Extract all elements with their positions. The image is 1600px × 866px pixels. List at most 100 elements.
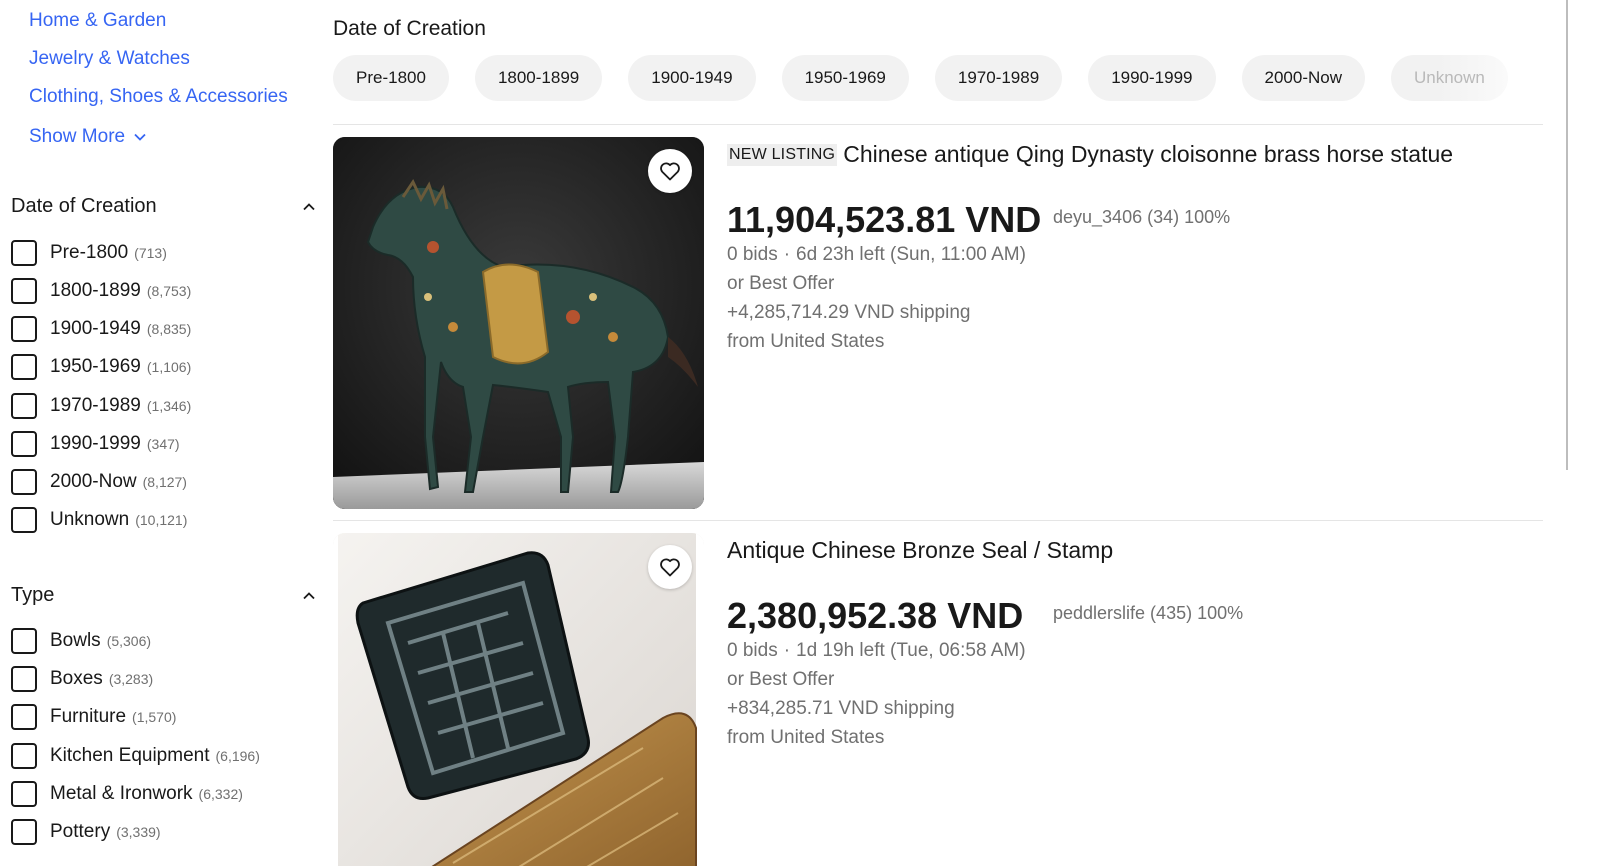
- date-of-creation-heading: Date of Creation: [333, 17, 486, 40]
- heart-icon: [660, 558, 680, 577]
- listing-card: NEW LISTING Chinese antique Qing Dynasty …: [333, 137, 1543, 509]
- listing-card: Antique Chinese Bronze Seal / Stamp 2,38…: [333, 533, 1543, 866]
- option-count: (8,127): [142, 474, 187, 490]
- listing-title: Antique Chinese Bronze Seal / Stamp: [727, 537, 1114, 563]
- checkbox[interactable]: [11, 704, 37, 730]
- filter-option-pre-1800[interactable]: Pre-1800 (713): [11, 240, 167, 266]
- filter-option-boxes[interactable]: Boxes (3,283): [11, 666, 153, 692]
- checkbox[interactable]: [11, 393, 37, 419]
- divider: [333, 124, 1543, 125]
- checkbox[interactable]: [11, 666, 37, 692]
- scrollbar[interactable]: [1566, 0, 1568, 470]
- option-label: 1800-1899: [50, 280, 141, 301]
- option-label: Unknown: [50, 509, 130, 530]
- date-of-creation-facet-header[interactable]: Date of Creation: [11, 195, 316, 218]
- listing-title-link[interactable]: Antique Chinese Bronze Seal / Stamp: [727, 537, 1113, 564]
- option-count: (3,339): [116, 824, 161, 840]
- option-count: (5,306): [106, 633, 152, 649]
- filter-option-bowls[interactable]: Bowls (5,306): [11, 628, 151, 654]
- option-label: Furniture: [50, 706, 127, 727]
- separator-dot: ·: [783, 244, 791, 265]
- time-left: 6d 23h left (Sun, 11:00 AM): [796, 244, 1026, 265]
- chip-pre-1800[interactable]: Pre-1800: [333, 55, 449, 101]
- filter-option-1800-1899[interactable]: 1800-1899 (8,753): [11, 278, 191, 304]
- seller-info[interactable]: deyu_3406 (34) 100%: [1053, 207, 1230, 228]
- filter-option-metal-ironwork[interactable]: Metal & Ironwork (6,332): [11, 781, 243, 807]
- bid-count: 0 bids: [727, 640, 778, 661]
- filter-option-pottery[interactable]: Pottery (3,339): [11, 819, 161, 845]
- option-count: (10,121): [135, 512, 188, 528]
- option-label: 1900-1949: [50, 318, 141, 339]
- chip-1990-1999[interactable]: 1990-1999: [1088, 55, 1216, 101]
- option-label: Pottery: [50, 821, 111, 842]
- filter-option-1950-1969[interactable]: 1950-1969 (1,106): [11, 354, 191, 380]
- bid-count: 0 bids: [727, 244, 778, 265]
- facet-title: Date of Creation: [11, 195, 157, 217]
- show-more-button[interactable]: Show More: [29, 126, 147, 148]
- checkbox[interactable]: [11, 278, 37, 304]
- filter-option-2000-now[interactable]: 2000-Now (8,127): [11, 469, 187, 495]
- checkbox[interactable]: [11, 743, 37, 769]
- listing-price: 11,904,523.81 VND: [727, 199, 1042, 240]
- show-more-label: Show More: [29, 126, 126, 147]
- chip-1900-1949[interactable]: 1900-1949: [628, 55, 756, 101]
- shipping-cost: +4,285,714.29 VND shipping: [727, 302, 971, 323]
- filter-option-unknown[interactable]: Unknown (10,121): [11, 507, 187, 533]
- listing-image[interactable]: [333, 533, 704, 866]
- item-location: from United States: [727, 727, 885, 748]
- option-count: (8,835): [146, 321, 192, 337]
- checkbox[interactable]: [11, 628, 37, 654]
- checkbox[interactable]: [11, 469, 37, 495]
- heart-icon: [660, 162, 680, 181]
- facet-title: Type: [11, 584, 55, 606]
- chip-1950-1969[interactable]: 1950-1969: [781, 55, 909, 101]
- category-link-clothing[interactable]: Clothing, Shoes & Accessories: [29, 86, 288, 108]
- best-offer: or Best Offer: [727, 669, 835, 690]
- option-label: 1950-1969: [50, 356, 141, 377]
- checkbox[interactable]: [11, 507, 37, 533]
- chip-1800-1899[interactable]: 1800-1899: [474, 55, 603, 101]
- option-count: (6,332): [198, 786, 243, 802]
- results-area: Date of Creation Pre-1800 1800-1899 1900…: [333, 0, 1568, 866]
- horse-statue-image: [333, 137, 704, 509]
- checkbox[interactable]: [11, 354, 37, 380]
- option-count: (8,753): [146, 283, 192, 299]
- option-count: (1,346): [146, 398, 192, 414]
- checkbox[interactable]: [11, 781, 37, 807]
- category-link-jewelry-watches[interactable]: Jewelry & Watches: [29, 48, 190, 70]
- checkbox[interactable]: [11, 431, 37, 457]
- bronze-seal-image: [333, 533, 704, 866]
- option-count: (3,283): [108, 671, 154, 687]
- divider: [333, 520, 1543, 521]
- chip-1970-1989[interactable]: 1970-1989: [934, 55, 1063, 101]
- watch-heart-button[interactable]: [648, 149, 692, 193]
- listing-title: Chinese antique Qing Dynasty cloisonne b…: [843, 141, 1454, 167]
- category-link-home-garden[interactable]: Home & Garden: [29, 10, 166, 32]
- option-count: (6,196): [215, 748, 260, 764]
- watch-heart-button[interactable]: [648, 545, 692, 589]
- seller-info[interactable]: peddlerslife (435) 100%: [1053, 603, 1243, 624]
- listing-title-link[interactable]: NEW LISTING Chinese antique Qing Dynasty …: [727, 141, 1453, 168]
- checkbox[interactable]: [11, 240, 37, 266]
- filter-option-1990-1999[interactable]: 1990-1999 (347): [11, 431, 180, 457]
- chevron-down-icon: [134, 133, 146, 141]
- filter-option-furniture[interactable]: Furniture (1,570): [11, 704, 176, 730]
- listing-price: 2,380,952.38 VND: [727, 595, 1024, 636]
- option-label: Kitchen Equipment: [50, 745, 210, 766]
- option-count: (1,106): [146, 359, 192, 375]
- chip-2000-now[interactable]: 2000-Now: [1241, 55, 1365, 101]
- type-facet-header[interactable]: Type: [11, 584, 316, 607]
- option-label: Pre-1800: [50, 242, 129, 263]
- filter-sidebar: Home & Garden Jewelry & Watches Clothing…: [0, 0, 320, 866]
- filter-option-1970-1989[interactable]: 1970-1989 (1,346): [11, 393, 191, 419]
- option-label: 1990-1999: [50, 433, 141, 454]
- chip-unknown[interactable]: Unknown: [1391, 55, 1508, 101]
- chevron-up-icon[interactable]: [302, 200, 316, 214]
- option-count: (347): [146, 436, 180, 452]
- checkbox[interactable]: [11, 316, 37, 342]
- filter-option-1900-1949[interactable]: 1900-1949 (8,835): [11, 316, 191, 342]
- chevron-up-icon[interactable]: [302, 589, 316, 603]
- checkbox[interactable]: [11, 819, 37, 845]
- listing-image[interactable]: [333, 137, 704, 509]
- filter-option-kitchen-equipment[interactable]: Kitchen Equipment (6,196): [11, 743, 260, 769]
